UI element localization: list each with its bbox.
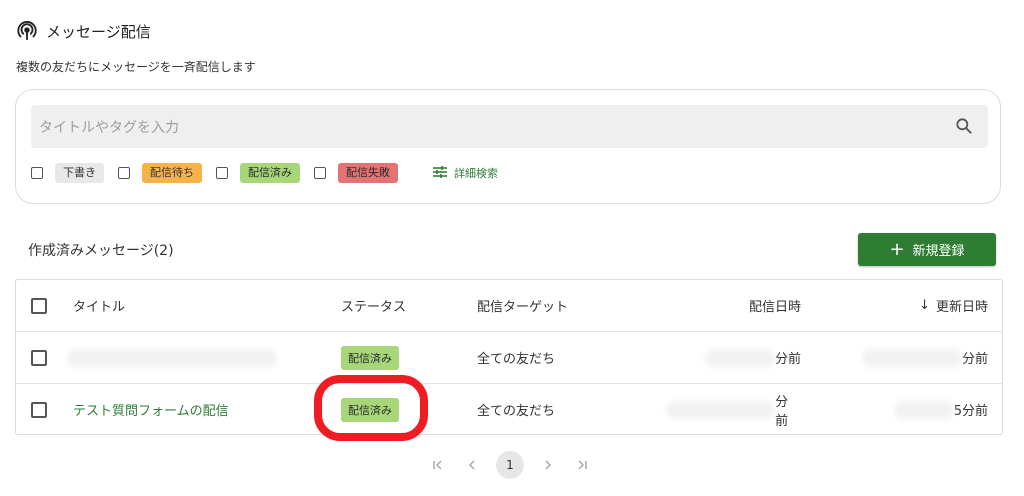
- advanced-search-label: 詳細検索: [454, 167, 498, 180]
- column-target[interactable]: 配信ターゲット: [477, 280, 657, 331]
- row-target: 全ての友だち: [477, 352, 556, 367]
- search-filter-card: 下書き 配信待ち 配信済み 配信失敗 詳細検索: [15, 89, 1001, 204]
- advanced-search-button[interactable]: 詳細検索: [432, 165, 498, 182]
- filter-sent-checkbox[interactable]: [216, 167, 228, 179]
- prev-page-icon[interactable]: [462, 451, 482, 479]
- filter-pending[interactable]: 配信待ち: [118, 163, 202, 183]
- filter-failed[interactable]: 配信失敗: [314, 163, 398, 183]
- page-header: メッセージ配信: [16, 20, 151, 42]
- row-title-redacted[interactable]: [67, 332, 323, 383]
- row-target: 全ての友だち: [477, 404, 556, 419]
- column-updated-date[interactable]: ↓ 更新日時: [836, 280, 988, 331]
- filter-draft-checkbox[interactable]: [31, 167, 43, 179]
- select-all-checkbox[interactable]: [31, 280, 47, 331]
- row-title-link[interactable]: テスト質問フォームの配信: [73, 384, 323, 435]
- row-send-date: 分前: [666, 332, 801, 383]
- column-title[interactable]: タイトル: [73, 280, 323, 331]
- filter-failed-chip: 配信失敗: [338, 163, 398, 183]
- column-updated-label: 更新日時: [935, 300, 988, 315]
- filter-draft[interactable]: 下書き: [31, 163, 104, 183]
- table-header-row: タイトル ステータス 配信ターゲット 配信日時 ↓ 更新日時: [16, 280, 1002, 331]
- message-table: タイトル ステータス 配信ターゲット 配信日時 ↓ 更新日時 配信済み 全ての友…: [15, 279, 1003, 435]
- new-message-button-label: 新規登録: [912, 244, 965, 259]
- search-box: [31, 105, 988, 150]
- filter-pending-checkbox[interactable]: [118, 167, 130, 179]
- last-page-icon[interactable]: [572, 451, 592, 479]
- sort-desc-icon: ↓: [919, 298, 930, 313]
- search-input[interactable]: [37, 105, 921, 150]
- podcast-icon: [16, 20, 38, 42]
- column-status[interactable]: ステータス: [341, 280, 441, 331]
- row-send-date: 分前: [666, 384, 801, 435]
- tune-icon: [432, 165, 448, 182]
- new-message-button[interactable]: + 新規登録: [858, 233, 996, 266]
- filter-failed-checkbox[interactable]: [314, 167, 326, 179]
- row-checkbox[interactable]: [31, 384, 47, 435]
- filter-sent-chip: 配信済み: [240, 163, 300, 183]
- row-updated-date: 5分前: [836, 384, 988, 435]
- row-updated-date: 分前: [836, 332, 988, 383]
- table-row[interactable]: テスト質問フォームの配信 配信済み 全ての友だち 分前 5分前: [16, 384, 1002, 435]
- message-list-title: 作成済みメッセージ(2): [28, 243, 174, 259]
- page-subtitle: 複数の友だちにメッセージを一斉配信します: [16, 60, 256, 74]
- search-icon[interactable]: [954, 116, 974, 136]
- next-page-icon[interactable]: [538, 451, 558, 479]
- filter-pending-chip: 配信待ち: [142, 163, 202, 183]
- page-title: メッセージ配信: [46, 22, 151, 41]
- plus-icon: +: [889, 238, 905, 260]
- pagination: 1: [428, 451, 592, 479]
- first-page-icon[interactable]: [428, 451, 448, 479]
- status-filters: 下書き 配信待ち 配信済み 配信失敗 詳細検索: [31, 163, 498, 183]
- filter-draft-chip: 下書き: [55, 163, 104, 183]
- row-checkbox[interactable]: [31, 332, 47, 383]
- annotation-highlight-circle: [314, 375, 428, 441]
- page-number-current[interactable]: 1: [496, 451, 524, 479]
- column-send-date[interactable]: 配信日時: [666, 280, 801, 331]
- filter-sent[interactable]: 配信済み: [216, 163, 300, 183]
- table-row[interactable]: 配信済み 全ての友だち 分前 分前: [16, 332, 1002, 383]
